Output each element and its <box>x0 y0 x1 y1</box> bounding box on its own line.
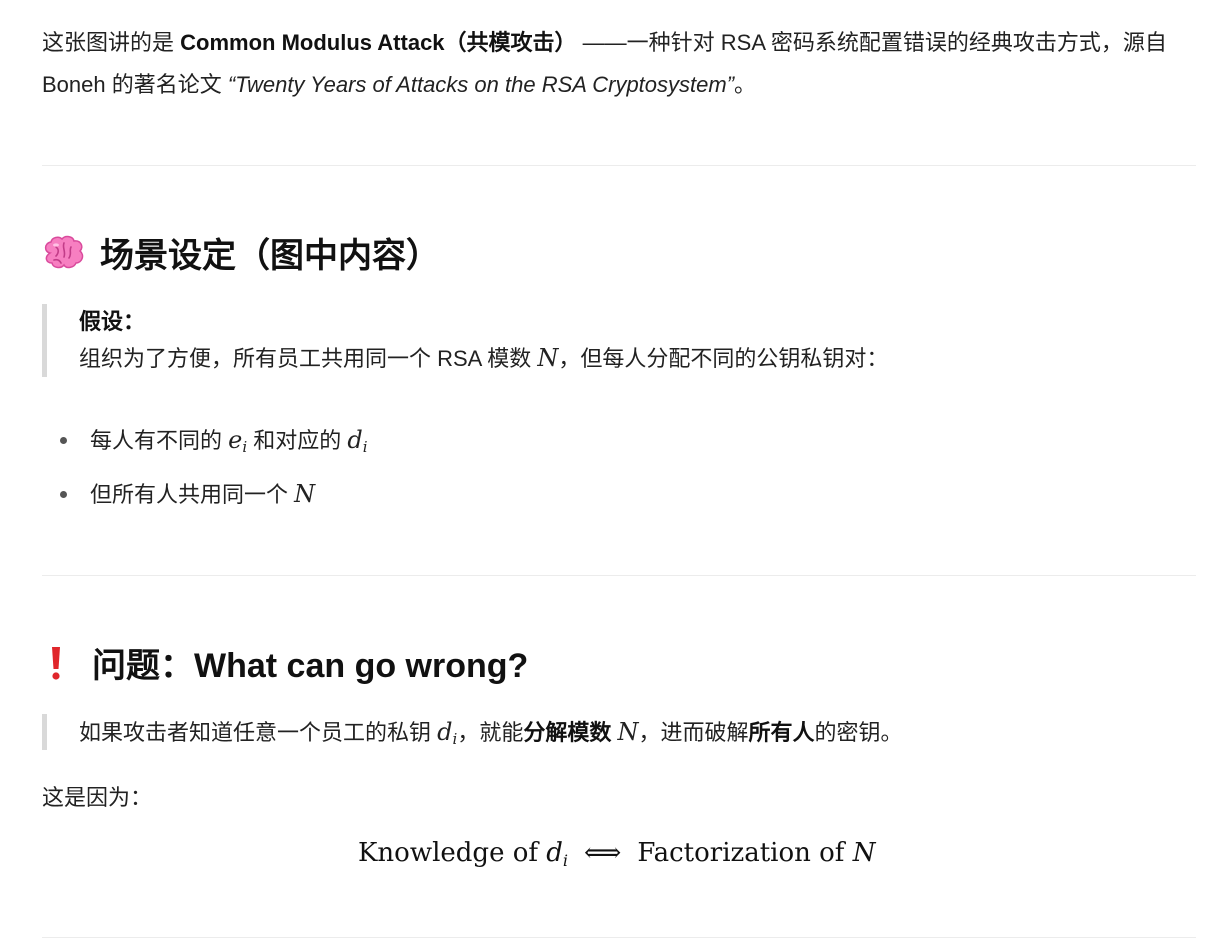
quote-text: ，但每人分配不同的公钥私钥对： <box>558 346 889 371</box>
list-item: 每人有不同的 ei 和对应的 di <box>42 416 368 470</box>
explanation-text: 这是因为： <box>42 785 153 810</box>
formula-left-text: Knowledge of <box>358 838 547 868</box>
math-N: N <box>617 718 639 746</box>
bullet-icon <box>60 437 67 444</box>
quote-text: ，就能 <box>457 720 524 745</box>
quote-body: 组织为了方便，所有员工共用同一个 RSA 模数 N，但每人分配不同的公钥私钥对： <box>79 340 888 377</box>
iff-arrow-icon: ⟺ <box>584 838 622 868</box>
list-item-text: 每人有不同的 <box>90 428 229 453</box>
formula-right-text: Factorization of <box>637 838 853 868</box>
section-heading-text: 场景设定（图中内容） <box>100 237 440 275</box>
bullet-icon <box>60 491 67 498</box>
quote-bold: 所有人 <box>748 720 815 745</box>
brain-emoji-icon <box>42 235 86 271</box>
quote-text: 组织为了方便，所有员工共用同一个 RSA 模数 <box>79 346 538 371</box>
formula-var-N: N <box>852 838 876 868</box>
divider <box>42 165 1196 166</box>
intro-paragraph: 这张图讲的是 Common Modulus Attack（共模攻击） ——一种针… <box>42 22 1192 106</box>
quote-bold: 分解模数 <box>523 720 612 745</box>
quote-text: 如果攻击者知道任意一个员工的私钥 <box>79 720 438 745</box>
list-item-text: 和对应的 <box>247 428 348 453</box>
problem-quote: 如果攻击者知道任意一个员工的私钥 di，就能分解模数 N，进而破解所有人的密钥。 <box>42 714 903 750</box>
quote-text: 的密钥。 <box>814 720 903 745</box>
equivalence-formula: Knowledge of di ⟺ Factorization of N <box>358 838 875 870</box>
math-d: di <box>347 426 368 456</box>
intro-text-1: 这张图讲的是 <box>42 30 181 55</box>
math-N: N <box>294 480 316 508</box>
exclamation-emoji-icon <box>42 645 70 681</box>
quote-text: ，进而破解 <box>638 720 749 745</box>
bullet-list: 每人有不同的 ei 和对应的 di 但所有人共用同一个 N <box>42 416 368 524</box>
math-d: di <box>437 718 458 748</box>
paper-title: “Twenty Years of Attacks on the RSA Cryp… <box>227 72 735 97</box>
math-N: N <box>537 344 559 372</box>
divider <box>42 937 1196 938</box>
section-heading-scenario: 场景设定（图中内容） <box>42 228 440 277</box>
assumption-quote: 假设： 组织为了方便，所有员工共用同一个 RSA 模数 N，但每人分配不同的公钥… <box>42 304 888 377</box>
list-item-text: 但所有人共用同一个 <box>90 482 295 507</box>
intro-title-bold: Common Modulus Attack（共模攻击） <box>180 30 577 55</box>
divider <box>42 575 1196 576</box>
quote-label: 假设： <box>79 309 146 334</box>
math-e: ei <box>228 426 248 456</box>
intro-text-3: 。 <box>734 72 757 97</box>
list-item: 但所有人共用同一个 N <box>42 470 368 524</box>
formula-var-d: di <box>546 838 569 870</box>
section-heading-text: 问题：What can go wrong? <box>92 647 529 685</box>
section-heading-problem: 问题：What can go wrong? <box>42 638 528 687</box>
